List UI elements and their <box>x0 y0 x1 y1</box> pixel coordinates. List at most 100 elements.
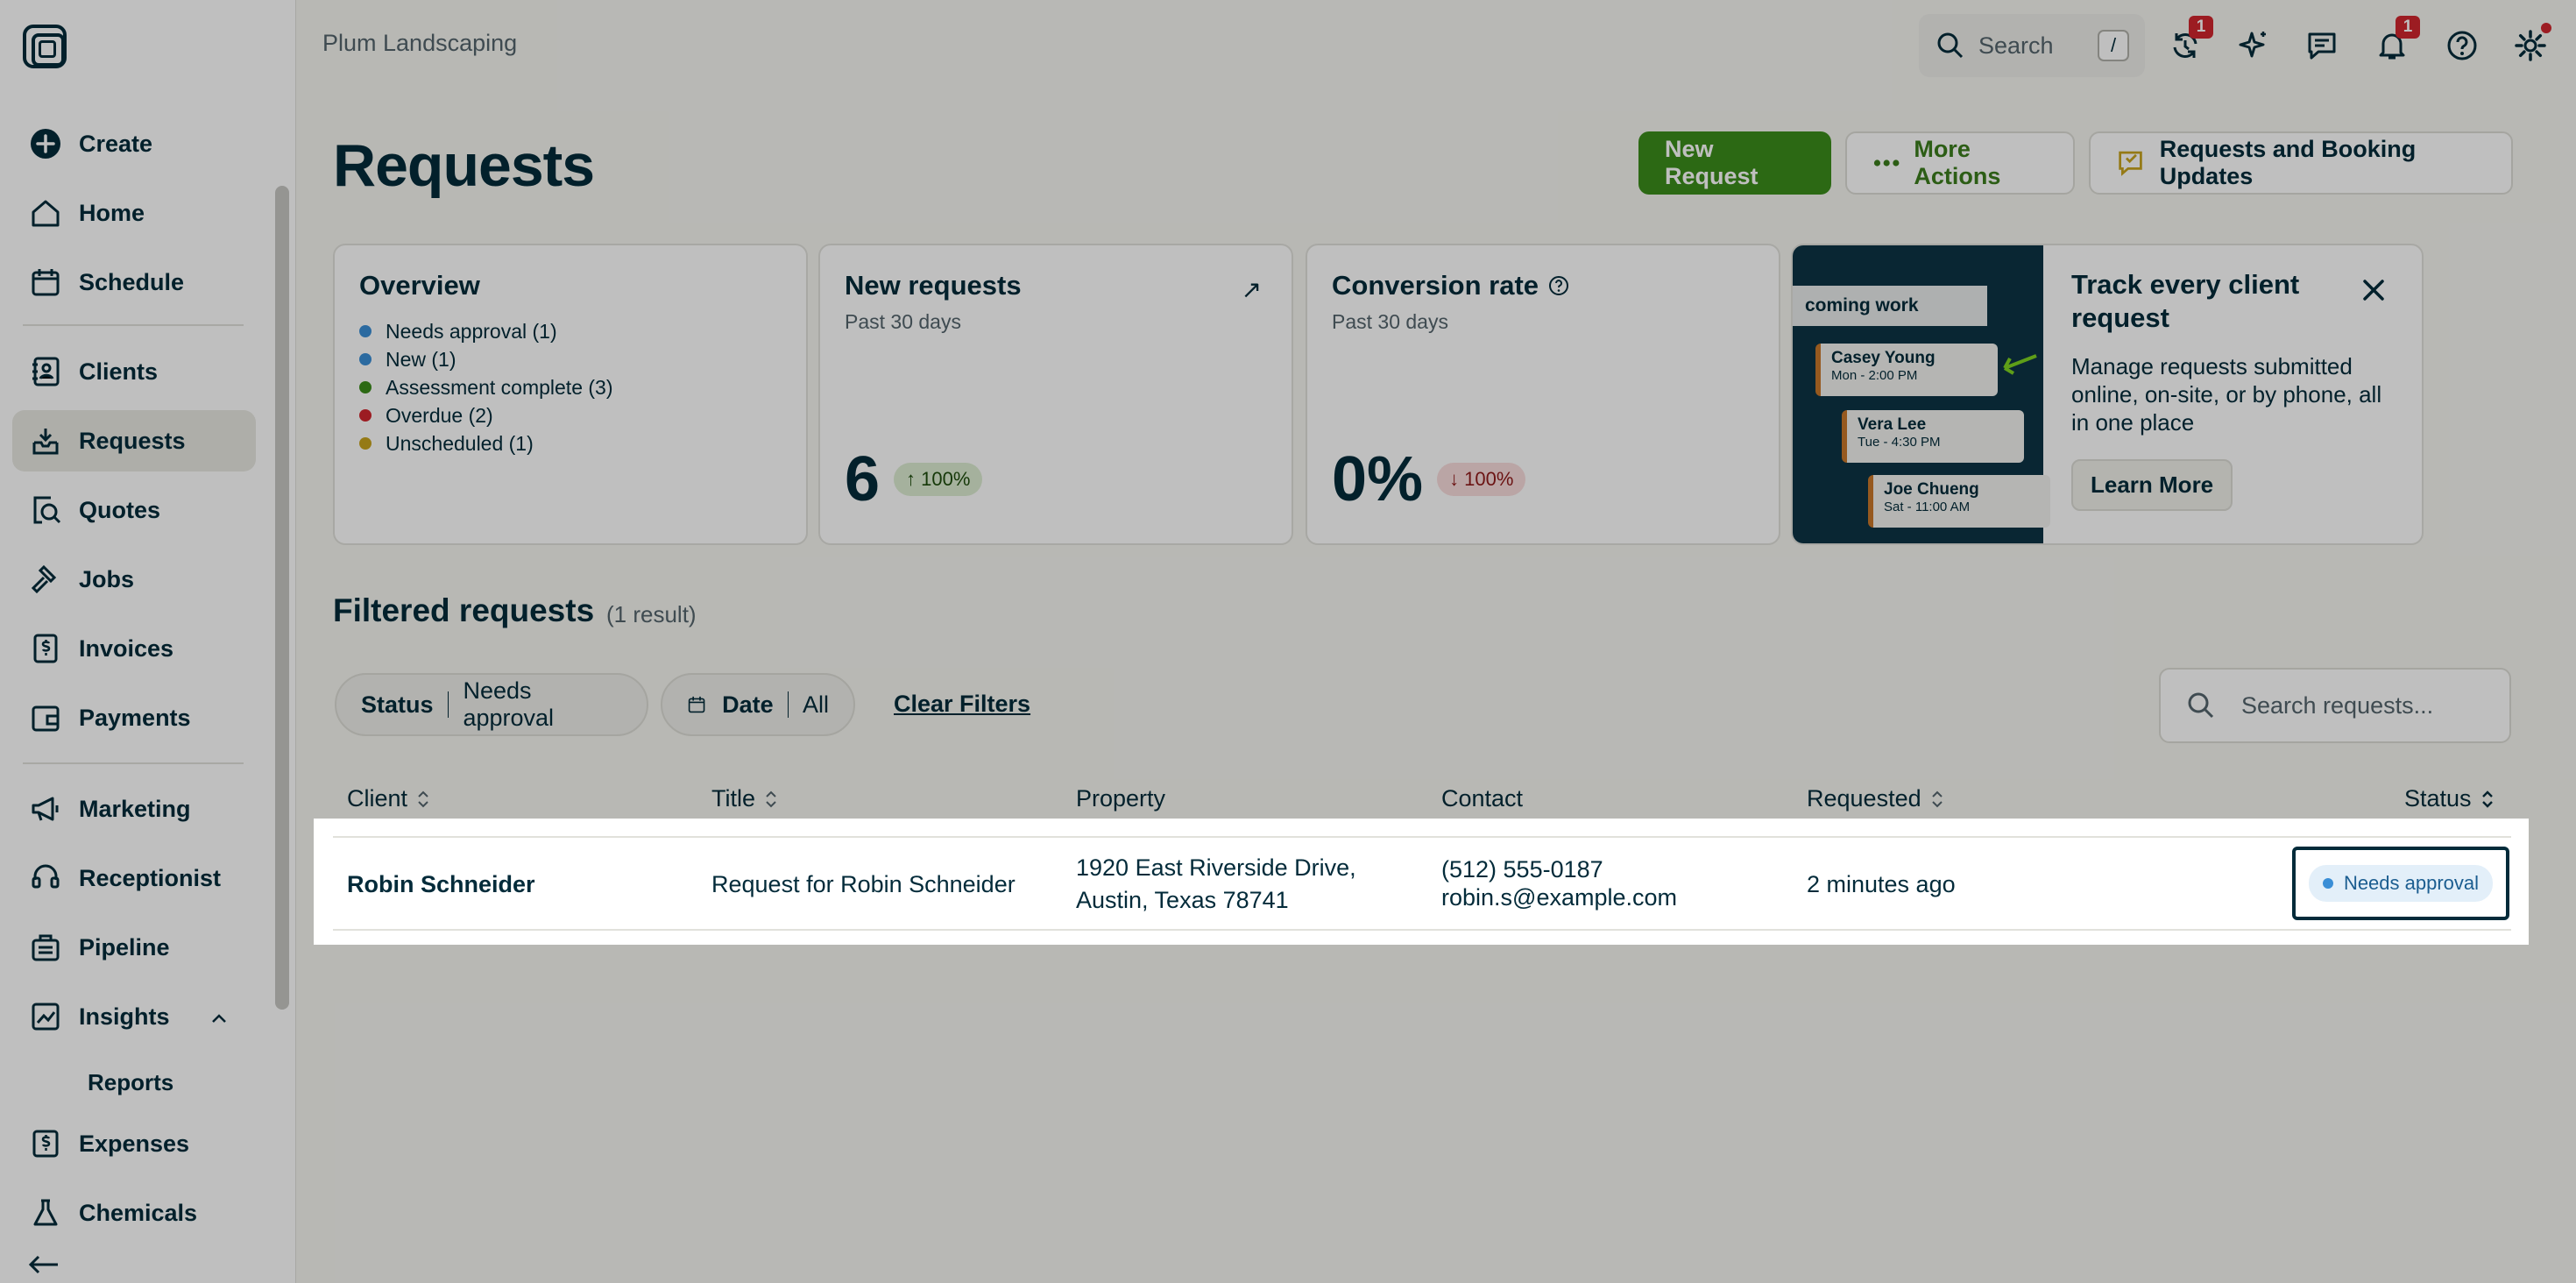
new-requests-title: New requests <box>845 270 1022 301</box>
notifications-button[interactable]: 1 <box>2367 16 2420 70</box>
help-icon <box>2447 31 2477 60</box>
new-request-label: New Request <box>1665 136 1759 189</box>
status-dot <box>359 381 372 393</box>
column-header-requested[interactable]: Requested <box>1807 785 1944 812</box>
sidebar-item-pipeline[interactable]: Pipeline <box>12 917 256 978</box>
column-header-client[interactable]: Client <box>347 785 430 812</box>
ticket-name: Vera Lee <box>1858 415 1927 434</box>
client-name[interactable]: Robin Schneider <box>347 868 535 900</box>
column-header-status[interactable]: Status <box>2404 785 2495 812</box>
search-requests-input[interactable] <box>2241 691 2504 719</box>
close-icon[interactable] <box>2360 277 2387 303</box>
ticket-time: Mon - 2:00 PM <box>1831 368 1918 383</box>
overview-item-overdue[interactable]: Overdue (2) <box>359 401 782 429</box>
messages-button[interactable] <box>2297 21 2346 70</box>
sidebar-item-label: Receptionist <box>79 864 222 891</box>
sidebar-item-label: Schedule <box>79 268 185 295</box>
collapse-arrow-icon[interactable] <box>26 1251 61 1278</box>
quotes-icon <box>12 493 79 528</box>
clients-icon <box>12 354 79 389</box>
sidebar-scrollbar[interactable] <box>275 186 289 1010</box>
status-badge: Needs approval <box>2308 865 2494 902</box>
sidebar-item-receptionist[interactable]: Receptionist <box>12 847 256 909</box>
expense-icon <box>12 1126 79 1161</box>
chevron-up-icon[interactable] <box>209 1008 230 1029</box>
sidebar-item-chemicals[interactable]: Chemicals <box>12 1182 256 1244</box>
search-requests-box[interactable] <box>2159 668 2511 743</box>
overview-item-new[interactable]: New (1) <box>359 345 782 373</box>
overview-item-needs-approval[interactable]: Needs approval (1) <box>359 317 782 345</box>
sidebar-item-label: Insights <box>79 1003 170 1030</box>
megaphone-icon <box>12 791 79 826</box>
sidebar-item-reports[interactable]: Reports <box>88 1069 173 1096</box>
promo-text: Manage requests submitted online, on-sit… <box>2071 353 2382 436</box>
column-header-property: Property <box>1076 785 1165 812</box>
filtered-requests-title: Filtered requests <box>333 592 595 628</box>
sidebar-item-label: Create <box>79 130 153 157</box>
new-requests-value: 6 <box>845 444 881 514</box>
more-actions-button[interactable]: More Actions <box>1845 131 2075 195</box>
sidebar-item-schedule[interactable]: Schedule <box>12 252 256 313</box>
help-button[interactable] <box>2438 21 2487 70</box>
ticket-name: Casey Young <box>1831 349 1936 367</box>
promo-card: coming work Casey Young Mon - 2:00 PM Ver… <box>1791 244 2424 545</box>
column-label: Title <box>711 785 756 812</box>
sidebar-item-create[interactable]: Create <box>12 113 256 174</box>
ai-assistant-button[interactable] <box>2229 21 2278 70</box>
sidebar-item-requests[interactable]: Requests <box>12 410 256 471</box>
learn-more-button[interactable]: Learn More <box>2071 459 2233 511</box>
sidebar-item-quotes[interactable]: Quotes <box>12 479 256 541</box>
row-divider <box>333 836 2511 838</box>
property-address-line2: Austin, Texas 78741 <box>1076 887 1289 913</box>
request-title: Request for Robin Schneider <box>711 871 1016 897</box>
status-filter-chip[interactable]: Status Needs approval <box>335 673 648 736</box>
sidebar-item-label: Pipeline <box>79 933 170 960</box>
overview-item-unscheduled[interactable]: Unscheduled (1) <box>359 429 782 457</box>
result-count: (1 result) <box>606 601 697 627</box>
search-shortcut: / <box>2098 30 2129 61</box>
new-requests-change: ↑ 100% <box>894 463 983 496</box>
updates-button[interactable]: Requests and Booking Updates <box>2089 131 2513 195</box>
promo-illustration: coming work Casey Young Mon - 2:00 PM Ver… <box>1793 245 2050 543</box>
requests-icon <box>12 423 79 458</box>
sidebar-item-expenses[interactable]: Expenses <box>12 1113 256 1174</box>
app-logo-icon[interactable] <box>23 25 67 68</box>
contact-email: robin.s@example.com <box>1441 884 1678 911</box>
promo-title: Track every client request <box>2071 269 2300 333</box>
new-requests-card[interactable]: New requests Past 30 days ↗ 6 ↑ 100% <box>818 244 1293 545</box>
global-search[interactable]: Search / <box>1919 14 2145 77</box>
sort-icon <box>418 790 428 807</box>
ticket-name: Joe Chueng <box>1884 480 1979 499</box>
column-header-title[interactable]: Title <box>711 785 778 812</box>
green-arrow-icon <box>2003 354 2037 375</box>
sparkle-icon <box>2239 32 2266 58</box>
sidebar-item-jobs[interactable]: Jobs <box>12 549 256 610</box>
sidebar: Create Home Schedule Clients Requests Qu… <box>0 0 296 1283</box>
sidebar-divider <box>23 762 244 764</box>
sidebar-item-home[interactable]: Home <box>12 182 256 244</box>
plus-circle-icon <box>12 126 79 161</box>
external-arrow-icon[interactable]: ↗ <box>1242 275 1262 304</box>
sync-button[interactable]: 1 <box>2161 16 2213 70</box>
settings-button[interactable] <box>2506 21 2555 70</box>
overview-item-assessment-complete[interactable]: Assessment complete (3) <box>359 373 782 401</box>
flask-icon <box>12 1195 79 1230</box>
new-request-button[interactable]: New Request <box>1638 131 1831 195</box>
sidebar-item-payments[interactable]: Payments <box>12 687 256 748</box>
sidebar-item-clients[interactable]: Clients <box>12 341 256 402</box>
sidebar-item-label: Clients <box>79 358 159 385</box>
status-cell[interactable]: Needs approval <box>2292 847 2509 920</box>
property-address-line1: 1920 East Riverside Drive, <box>1076 854 1356 881</box>
date-filter-chip[interactable]: Date All <box>661 673 855 736</box>
sidebar-item-label: Home <box>79 199 145 226</box>
page-title: Requests <box>333 132 595 199</box>
sidebar-item-label: Requests <box>79 427 186 454</box>
sidebar-item-invoices[interactable]: Invoices <box>12 618 256 679</box>
info-icon[interactable] <box>1547 274 1570 297</box>
sidebar-item-marketing[interactable]: Marketing <box>12 778 256 840</box>
clear-filters-link[interactable]: Clear Filters <box>894 691 1030 718</box>
status-dot <box>2322 878 2333 889</box>
sidebar-item-label: Expenses <box>79 1130 190 1157</box>
column-label: Status <box>2404 785 2472 812</box>
ticket-time: Tue - 4:30 PM <box>1858 435 1941 450</box>
